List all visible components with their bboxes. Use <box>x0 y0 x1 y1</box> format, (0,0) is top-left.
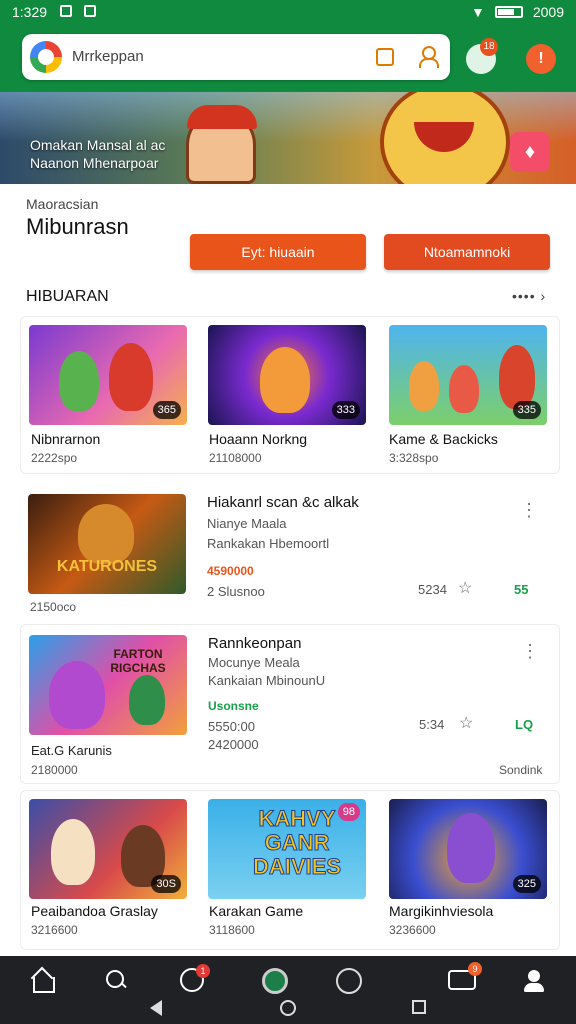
list-item-thumb-caption: Eat.G Karunis <box>31 743 112 758</box>
status-bar: 1:329 ▼ 2009 <box>0 0 576 24</box>
list-item-score: 55 <box>514 582 529 597</box>
list-item-title[interactable]: Rannkeonpan <box>208 635 301 652</box>
list-item[interactable]: FARTON RIGCHAS Rannkeonpan Mocunye Meala… <box>20 624 560 784</box>
grid-card-bottom: 30S Peaibandoa Graslay 3216600 KAHVY GAN… <box>20 790 560 950</box>
secondary-action-button[interactable]: Ntoamamnoki <box>384 234 550 270</box>
grid-item-thumbnail[interactable]: KAHVY GANR DAIVIES 98 <box>208 799 366 899</box>
thumbnail-logo-text: KATURONES <box>56 558 158 575</box>
status-right-text: 2009 <box>532 4 564 20</box>
favorite-icon[interactable]: ♦ <box>510 132 550 172</box>
grid-item-title[interactable]: Margikinhviesola <box>389 903 493 919</box>
list-item-thumb-caption-2: 2180000 <box>31 763 78 777</box>
list-item-footer[interactable]: Sondink <box>499 763 542 777</box>
grid-item-thumbnail[interactable]: 365 <box>29 325 187 425</box>
notifications-button[interactable]: 18 <box>466 38 498 74</box>
item-badge: 335 <box>512 401 541 419</box>
primary-action-button[interactable]: Eyt: hiuaain <box>190 234 366 270</box>
item-badge: 30S <box>151 875 181 893</box>
grid-item-sub: 2222spo <box>31 451 78 465</box>
google-logo-icon <box>30 41 62 73</box>
grid-item-title[interactable]: Hoaann Norkng <box>209 431 307 447</box>
page-title: Mibunrasn <box>26 214 129 239</box>
list-item-line-2: Rankakan Hbemoortl <box>207 536 330 551</box>
star-icon[interactable]: ☆ <box>458 578 472 598</box>
list-item-price: 4590000 <box>207 564 254 578</box>
list-item-meta: 2 Slusnoo <box>207 584 265 599</box>
battery-icon <box>494 6 523 18</box>
section-title: HIBUARAN <box>26 288 109 305</box>
list-item[interactable]: KATURONES Hiakanrl scan &c alkak Nianye … <box>20 484 560 618</box>
search-bar[interactable]: Mrrkeppan <box>22 34 450 80</box>
list-item-count: 5234 <box>418 582 447 597</box>
list-item-thumbnail[interactable]: FARTON RIGCHAS <box>29 635 187 735</box>
more-link[interactable]: •••• › <box>512 288 546 304</box>
list-item-line-1: Mocunye Meala <box>208 655 300 670</box>
bottom-navigation: 1 9 <box>0 956 576 1024</box>
banner-character-left <box>186 105 257 184</box>
apps-icon[interactable] <box>262 968 288 994</box>
item-badge: 325 <box>512 875 541 893</box>
status-time: 1:329 <box>12 4 48 20</box>
list-item-line-1: Nianye Maala <box>207 516 287 531</box>
grid-item-sub: 3216600 <box>31 923 78 937</box>
grid-item-title[interactable]: Peaibandoa Graslay <box>31 903 158 919</box>
item-badge: 333 <box>331 401 360 419</box>
notification-badge: 18 <box>480 38 498 56</box>
banner-character-right <box>380 92 510 184</box>
list-item-meta-2: 2420000 <box>208 737 259 752</box>
banner-line-2: Naanon Mhenarpoar <box>30 155 159 171</box>
wifi-icon: ▼ <box>470 4 485 20</box>
promo-banner[interactable]: ♦ Omakan Mansal al ac Naanon Mhenarpoar <box>0 92 576 184</box>
grid-item-thumbnail[interactable]: 333 <box>208 325 366 425</box>
grid-item-sub: 3:328spo <box>389 451 439 465</box>
banner-text: Omakan Mansal al ac Naanon Mhenarpoar <box>30 136 165 172</box>
list-item-line-2: Kankaian MbinounU <box>208 673 326 688</box>
list-item-meta: 5550:00 <box>208 719 255 734</box>
grid-item-thumbnail[interactable]: 30S <box>29 799 187 899</box>
grid-card-top: 365 Nibnrarnon 2222spo 333 Hoaann Norkng… <box>20 316 560 474</box>
thumbnail-logo-text: FARTON RIGCHAS <box>110 647 166 675</box>
list-item-thumbnail[interactable]: KATURONES <box>28 494 186 594</box>
more-options-icon[interactable]: ⋮ <box>521 642 539 660</box>
banner-line-1: Omakan Mansal al ac <box>30 137 166 153</box>
list-item-title[interactable]: Hiakanrl scan &c alkak <box>207 494 359 511</box>
system-back-icon[interactable] <box>150 1000 162 1016</box>
qr-icon[interactable] <box>376 48 394 66</box>
app-header: 1:329 ▼ 2009 Mrrkeppan 18 ! <box>0 0 576 92</box>
search-input[interactable]: Mrrkeppan <box>72 48 144 65</box>
system-home-icon[interactable] <box>280 1000 296 1016</box>
more-options-icon[interactable]: ⋮ <box>520 501 538 519</box>
grid-item-thumbnail[interactable]: 325 <box>389 799 547 899</box>
grid-item-thumbnail[interactable]: 335 <box>389 325 547 425</box>
grid-item-sub: 3236600 <box>389 923 436 937</box>
grid-item-title[interactable]: Karakan Game <box>209 903 303 919</box>
grid-item-sub: 21108000 <box>209 451 262 465</box>
list-item-score: LQ <box>515 717 534 732</box>
item-badge: 365 <box>152 401 181 419</box>
home-icon[interactable] <box>30 968 55 993</box>
notification-icon <box>60 5 72 17</box>
list-item-thumb-caption: 2150oco <box>30 600 77 614</box>
chat-button[interactable]: ! <box>526 44 556 74</box>
list-item-price: Usonsne <box>208 699 259 713</box>
item-badge: 98 <box>337 803 360 821</box>
grid-item-title[interactable]: Nibnrarnon <box>31 431 100 447</box>
inbox-icon[interactable]: 9 <box>448 962 482 990</box>
section-sub-label: Maoracsian <box>26 196 99 212</box>
message-status-icon <box>84 5 96 17</box>
system-recents-icon[interactable] <box>412 1000 426 1014</box>
star-icon[interactable]: ☆ <box>459 713 473 733</box>
games-icon[interactable] <box>336 968 362 994</box>
account-icon[interactable] <box>418 46 439 68</box>
grid-item-title[interactable]: Kame & Backicks <box>389 431 498 447</box>
favorites-icon[interactable]: 1 <box>180 964 210 992</box>
search-icon[interactable] <box>104 968 128 992</box>
profile-icon[interactable] <box>522 968 546 992</box>
list-item-count: 5:34 <box>419 717 445 732</box>
grid-item-sub: 3118600 <box>209 923 255 937</box>
